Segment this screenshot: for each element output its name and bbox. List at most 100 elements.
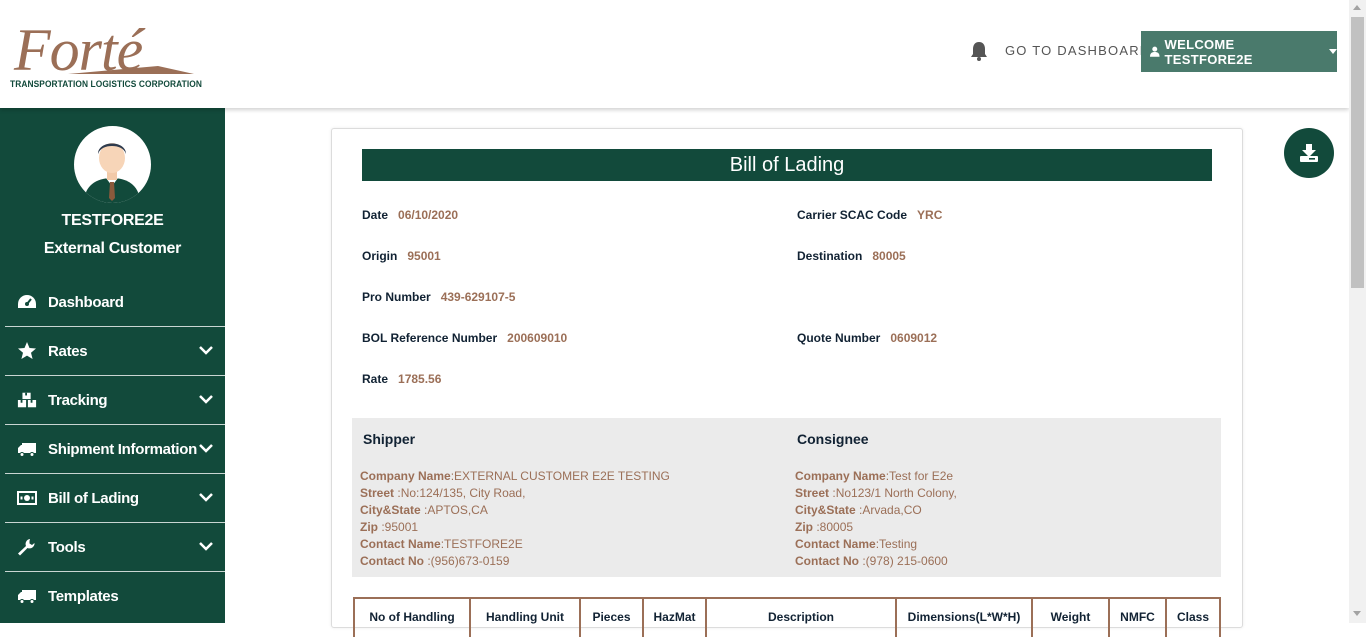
consignee-company-value: Test for E2e [889,469,954,483]
truck-icon [18,590,36,604]
date-field: Date 06/10/2020 [362,208,458,222]
logo-subtitle: TRANSPORTATION LOGISTICS CORPORATION [10,79,202,89]
shipper-company-value: EXTERNAL CUSTOMER E2E TESTING [454,469,670,483]
table-header-cell: No of Handling [355,599,471,637]
shipper-street-line: Street :No:124/135, City Road, [360,486,526,500]
star-icon [18,342,36,359]
welcome-user-dropdown[interactable]: WELCOME TESTFORE2E [1141,31,1337,72]
table-header-cell: NMFC [1110,599,1167,637]
origin-value: 95001 [407,249,441,263]
table-header-cell: Dimensions(L*W*H) [897,599,1033,637]
shipper-citystate-line: City&State :APTOS,CA [360,503,488,517]
forte-logo[interactable]: Forté TRANSPORTATION LOGISTICS CORPORATI… [8,17,202,96]
shipper-street-value: No:124/135, City Road, [400,486,526,500]
bell-icon[interactable] [968,40,990,62]
page-scrollbar[interactable] [1349,0,1366,623]
sidebar-item-tools[interactable]: Tools [5,523,225,572]
top-header: Forté TRANSPORTATION LOGISTICS CORPORATI… [0,0,1349,108]
consignee-title: Consignee [797,431,869,447]
shipper-company-line: Company Name:EXTERNAL CUSTOMER E2E TESTI… [360,469,670,483]
shipper-consignee-panel: Shipper Company Name:EXTERNAL CUSTOMER E… [352,418,1221,577]
sidebar-item-templates[interactable]: Templates [5,572,225,621]
consignee-citystate-label: City&State [795,503,856,517]
shipper-citystate-label: City&State [360,503,421,517]
table-header-cell: Weight [1033,599,1110,637]
shipper-zip-line: Zip :95001 [360,520,419,534]
sidebar-nav: Dashboard Rates Tracking Shipment Inform… [5,278,225,621]
sidebar-item-label: Tracking [48,391,108,409]
consignee-zip-line: Zip :80005 [795,520,854,534]
destination-value: 80005 [872,249,906,263]
avatar [74,126,151,203]
rate-label: Rate [362,372,389,386]
scac-field: Carrier SCAC Code YRC [797,208,942,222]
shipper-zip-label: Zip [360,520,378,534]
user-icon [1150,46,1160,57]
chevron-down-icon [199,395,213,404]
items-table-header: No of Handling Handling Unit Pieces HazM… [353,597,1221,637]
chevron-down-icon [199,542,213,551]
shipper-details: Company Name:EXTERNAL CUSTOMER E2E TESTI… [360,468,670,570]
sidebar-item-label: Shipment Information [48,440,197,458]
consignee-contact-name-line: Contact Name:Testing [795,537,918,551]
bol-reference-field: BOL Reference Number 200609010 [362,331,567,345]
sidebar-item-shipment-information[interactable]: Shipment Information [5,425,225,474]
sidebar-item-label: Templates [48,588,119,605]
page-title: Bill of Lading [362,149,1212,181]
table-header-cell: Class [1176,610,1210,624]
shipper-contact-no-label: Contact No [360,554,424,568]
quote-number-value: 0609012 [890,331,938,345]
user-avatar-icon [84,143,140,203]
shipper-contact-no-value: (956)673-0159 [430,554,510,568]
quote-number-label: Quote Number [797,331,881,345]
shipper-contact-name-value: TESTFORE2E [444,537,523,551]
shipper-company-label: Company Name [360,469,451,483]
rate-value: 1785.56 [398,372,442,386]
shipper-title: Shipper [363,431,416,447]
sidebar-item-label: Bill of Lading [48,489,139,507]
scroll-up-arrow-icon[interactable] [1353,5,1361,10]
sidebar-item-rates[interactable]: Rates [5,327,225,376]
table-header-cell: Pieces [581,599,644,637]
sidebar: TESTFORE2E External Customer Dashboard R… [0,108,225,623]
consignee-company-line: Company Name:Test for E2e [795,469,954,483]
consignee-street-line: Street :No123/1 North Colony, [795,486,957,500]
pro-number-label: Pro Number [362,290,431,304]
truck-icon [18,443,36,457]
consignee-street-value: No123/1 North Colony, [835,486,957,500]
chevron-down-icon [199,346,213,355]
shipper-contact-no-line: Contact No :(956)673-0159 [360,554,510,568]
shipper-street-label: Street [360,486,395,500]
consignee-zip-value: 80005 [819,520,854,534]
logo-wordmark: Forté [14,17,143,83]
download-button[interactable] [1284,128,1334,178]
shipper-citystate-value: APTOS,CA [427,503,488,517]
date-label: Date [362,208,389,222]
consignee-contact-no-value: (978) 215-0600 [865,554,948,568]
origin-field: Origin 95001 [362,249,441,263]
sidebar-item-bill-of-lading[interactable]: Bill of Lading [5,474,225,523]
bol-reference-label: BOL Reference Number [362,331,498,345]
scac-label: Carrier SCAC Code [797,208,908,222]
scrollbar-thumb[interactable] [1351,17,1364,288]
consignee-contact-no-label: Contact No [795,554,859,568]
origin-label: Origin [362,249,398,263]
sidebar-item-tracking[interactable]: Tracking [5,376,225,425]
consignee-street-label: Street [795,486,830,500]
caret-down-icon [1329,49,1337,54]
table-header-cell: Handling Unit [471,599,581,637]
shipper-contact-name-label: Contact Name [360,537,441,551]
sidebar-item-label: Tools [48,538,86,556]
table-header-cell: HazMat [644,599,707,637]
rate-field: Rate 1785.56 [362,372,441,386]
boxes-icon [17,392,37,408]
scroll-down-arrow-icon[interactable] [1353,611,1361,616]
shipper-zip-value: 95001 [384,520,419,534]
sidebar-item-dashboard[interactable]: Dashboard [5,278,225,327]
consignee-details: Company Name:Test for E2e Street :No123/… [795,468,957,570]
pro-number-field: Pro Number 439-629107-5 [362,290,515,304]
go-to-dashboard-link[interactable]: GO TO DASHBOARD [1005,43,1150,58]
download-icon [1300,144,1318,162]
consignee-contact-no-line: Contact No :(978) 215-0600 [795,554,948,568]
bill-of-lading-card: Bill of Lading Date 06/10/2020 Carrier SC… [331,128,1243,637]
